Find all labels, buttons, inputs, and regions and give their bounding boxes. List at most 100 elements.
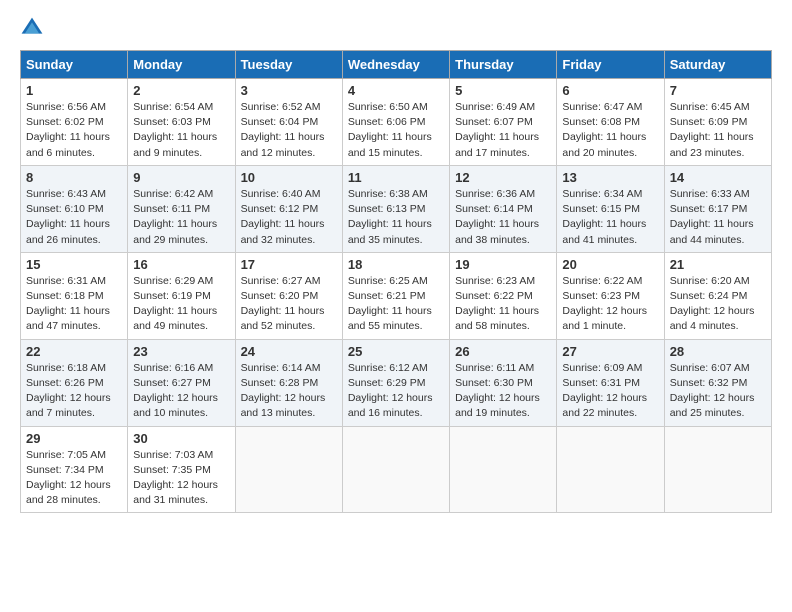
day-info: Sunrise: 6:47 AM Sunset: 6:08 PM Dayligh…: [562, 100, 658, 161]
day-number: 4: [348, 83, 444, 98]
column-header-monday: Monday: [128, 51, 235, 79]
day-info: Sunrise: 6:49 AM Sunset: 6:07 PM Dayligh…: [455, 100, 551, 161]
calendar-header-row: SundayMondayTuesdayWednesdayThursdayFrid…: [21, 51, 772, 79]
day-number: 11: [348, 170, 444, 185]
day-number: 2: [133, 83, 229, 98]
day-info: Sunrise: 6:56 AM Sunset: 6:02 PM Dayligh…: [26, 100, 122, 161]
calendar-cell: 4 Sunrise: 6:50 AM Sunset: 6:06 PM Daylig…: [342, 79, 449, 166]
calendar-cell: 22 Sunrise: 6:18 AM Sunset: 6:26 PM Dayli…: [21, 339, 128, 426]
day-info: Sunrise: 6:34 AM Sunset: 6:15 PM Dayligh…: [562, 187, 658, 248]
day-info: Sunrise: 6:18 AM Sunset: 6:26 PM Dayligh…: [26, 361, 122, 422]
calendar-cell: 8 Sunrise: 6:43 AM Sunset: 6:10 PM Daylig…: [21, 165, 128, 252]
calendar-cell: 5 Sunrise: 6:49 AM Sunset: 6:07 PM Daylig…: [450, 79, 557, 166]
day-info: Sunrise: 6:29 AM Sunset: 6:19 PM Dayligh…: [133, 274, 229, 335]
calendar-cell: 1 Sunrise: 6:56 AM Sunset: 6:02 PM Daylig…: [21, 79, 128, 166]
day-number: 3: [241, 83, 337, 98]
calendar-cell: 24 Sunrise: 6:14 AM Sunset: 6:28 PM Dayli…: [235, 339, 342, 426]
calendar-week-row: 8 Sunrise: 6:43 AM Sunset: 6:10 PM Daylig…: [21, 165, 772, 252]
day-info: Sunrise: 6:14 AM Sunset: 6:28 PM Dayligh…: [241, 361, 337, 422]
day-info: Sunrise: 6:12 AM Sunset: 6:29 PM Dayligh…: [348, 361, 444, 422]
column-header-wednesday: Wednesday: [342, 51, 449, 79]
day-number: 30: [133, 431, 229, 446]
calendar-week-row: 15 Sunrise: 6:31 AM Sunset: 6:18 PM Dayli…: [21, 252, 772, 339]
day-info: Sunrise: 6:07 AM Sunset: 6:32 PM Dayligh…: [670, 361, 766, 422]
day-info: Sunrise: 6:25 AM Sunset: 6:21 PM Dayligh…: [348, 274, 444, 335]
calendar-cell: 15 Sunrise: 6:31 AM Sunset: 6:18 PM Dayli…: [21, 252, 128, 339]
day-number: 15: [26, 257, 122, 272]
day-info: Sunrise: 6:09 AM Sunset: 6:31 PM Dayligh…: [562, 361, 658, 422]
day-info: Sunrise: 6:31 AM Sunset: 6:18 PM Dayligh…: [26, 274, 122, 335]
day-info: Sunrise: 6:42 AM Sunset: 6:11 PM Dayligh…: [133, 187, 229, 248]
day-info: Sunrise: 6:20 AM Sunset: 6:24 PM Dayligh…: [670, 274, 766, 335]
day-info: Sunrise: 6:23 AM Sunset: 6:22 PM Dayligh…: [455, 274, 551, 335]
calendar-cell: [450, 426, 557, 513]
calendar-cell: 23 Sunrise: 6:16 AM Sunset: 6:27 PM Dayli…: [128, 339, 235, 426]
day-info: Sunrise: 6:50 AM Sunset: 6:06 PM Dayligh…: [348, 100, 444, 161]
day-info: Sunrise: 6:40 AM Sunset: 6:12 PM Dayligh…: [241, 187, 337, 248]
day-info: Sunrise: 6:22 AM Sunset: 6:23 PM Dayligh…: [562, 274, 658, 335]
day-info: Sunrise: 6:11 AM Sunset: 6:30 PM Dayligh…: [455, 361, 551, 422]
calendar-cell: 10 Sunrise: 6:40 AM Sunset: 6:12 PM Dayli…: [235, 165, 342, 252]
calendar-table: SundayMondayTuesdayWednesdayThursdayFrid…: [20, 50, 772, 513]
calendar-cell: 19Sunrise: 6:23 AM Sunset: 6:22 PM Dayli…: [450, 252, 557, 339]
calendar-cell: 11 Sunrise: 6:38 AM Sunset: 6:13 PM Dayli…: [342, 165, 449, 252]
calendar-cell: 2 Sunrise: 6:54 AM Sunset: 6:03 PM Daylig…: [128, 79, 235, 166]
column-header-saturday: Saturday: [664, 51, 771, 79]
calendar-cell: 18Sunrise: 6:25 AM Sunset: 6:21 PM Dayli…: [342, 252, 449, 339]
calendar-cell: 30 Sunrise: 7:03 AM Sunset: 7:35 PM Dayli…: [128, 426, 235, 513]
day-number: 10: [241, 170, 337, 185]
day-info: Sunrise: 6:36 AM Sunset: 6:14 PM Dayligh…: [455, 187, 551, 248]
column-header-friday: Friday: [557, 51, 664, 79]
calendar-cell: 6 Sunrise: 6:47 AM Sunset: 6:08 PM Daylig…: [557, 79, 664, 166]
column-header-thursday: Thursday: [450, 51, 557, 79]
day-info: Sunrise: 6:54 AM Sunset: 6:03 PM Dayligh…: [133, 100, 229, 161]
calendar-cell: [664, 426, 771, 513]
calendar-cell: 29 Sunrise: 7:05 AM Sunset: 7:34 PM Dayli…: [21, 426, 128, 513]
calendar-cell: 12 Sunrise: 6:36 AM Sunset: 6:14 PM Dayli…: [450, 165, 557, 252]
day-number: 22: [26, 344, 122, 359]
calendar-cell: 27Sunrise: 6:09 AM Sunset: 6:31 PM Dayli…: [557, 339, 664, 426]
day-number: 12: [455, 170, 551, 185]
calendar-cell: 25Sunrise: 6:12 AM Sunset: 6:29 PM Dayli…: [342, 339, 449, 426]
day-info: Sunrise: 7:05 AM Sunset: 7:34 PM Dayligh…: [26, 448, 122, 509]
day-number: 6: [562, 83, 658, 98]
calendar-cell: 21Sunrise: 6:20 AM Sunset: 6:24 PM Dayli…: [664, 252, 771, 339]
column-header-sunday: Sunday: [21, 51, 128, 79]
calendar-cell: 17 Sunrise: 6:27 AM Sunset: 6:20 PM Dayli…: [235, 252, 342, 339]
day-info: Sunrise: 6:43 AM Sunset: 6:10 PM Dayligh…: [26, 187, 122, 248]
page-header: [20, 16, 772, 40]
calendar-cell: [235, 426, 342, 513]
day-info: Sunrise: 6:52 AM Sunset: 6:04 PM Dayligh…: [241, 100, 337, 161]
day-info: Sunrise: 6:38 AM Sunset: 6:13 PM Dayligh…: [348, 187, 444, 248]
calendar-week-row: 1 Sunrise: 6:56 AM Sunset: 6:02 PM Daylig…: [21, 79, 772, 166]
day-number: 26: [455, 344, 551, 359]
day-number: 7: [670, 83, 766, 98]
day-number: 9: [133, 170, 229, 185]
calendar-cell: 26 Sunrise: 6:11 AM Sunset: 6:30 PM Dayli…: [450, 339, 557, 426]
calendar-cell: 3 Sunrise: 6:52 AM Sunset: 6:04 PM Daylig…: [235, 79, 342, 166]
day-number: 29: [26, 431, 122, 446]
calendar-cell: 13 Sunrise: 6:34 AM Sunset: 6:15 PM Dayli…: [557, 165, 664, 252]
day-number: 17: [241, 257, 337, 272]
day-number: 20: [562, 257, 658, 272]
calendar-cell: [557, 426, 664, 513]
calendar-cell: 14Sunrise: 6:33 AM Sunset: 6:17 PM Dayli…: [664, 165, 771, 252]
day-number: 23: [133, 344, 229, 359]
day-info: Sunrise: 6:27 AM Sunset: 6:20 PM Dayligh…: [241, 274, 337, 335]
calendar-week-row: 29 Sunrise: 7:05 AM Sunset: 7:34 PM Dayli…: [21, 426, 772, 513]
day-info: Sunrise: 6:33 AM Sunset: 6:17 PM Dayligh…: [670, 187, 766, 248]
day-number: 13: [562, 170, 658, 185]
logo-icon: [20, 16, 44, 40]
calendar-cell: 20 Sunrise: 6:22 AM Sunset: 6:23 PM Dayli…: [557, 252, 664, 339]
day-number: 5: [455, 83, 551, 98]
day-number: 28: [670, 344, 766, 359]
day-number: 8: [26, 170, 122, 185]
logo: [20, 16, 44, 40]
calendar-cell: 7Sunrise: 6:45 AM Sunset: 6:09 PM Daylig…: [664, 79, 771, 166]
day-number: 24: [241, 344, 337, 359]
calendar-cell: 9 Sunrise: 6:42 AM Sunset: 6:11 PM Daylig…: [128, 165, 235, 252]
calendar-cell: [342, 426, 449, 513]
day-number: 1: [26, 83, 122, 98]
day-info: Sunrise: 6:16 AM Sunset: 6:27 PM Dayligh…: [133, 361, 229, 422]
day-info: Sunrise: 7:03 AM Sunset: 7:35 PM Dayligh…: [133, 448, 229, 509]
